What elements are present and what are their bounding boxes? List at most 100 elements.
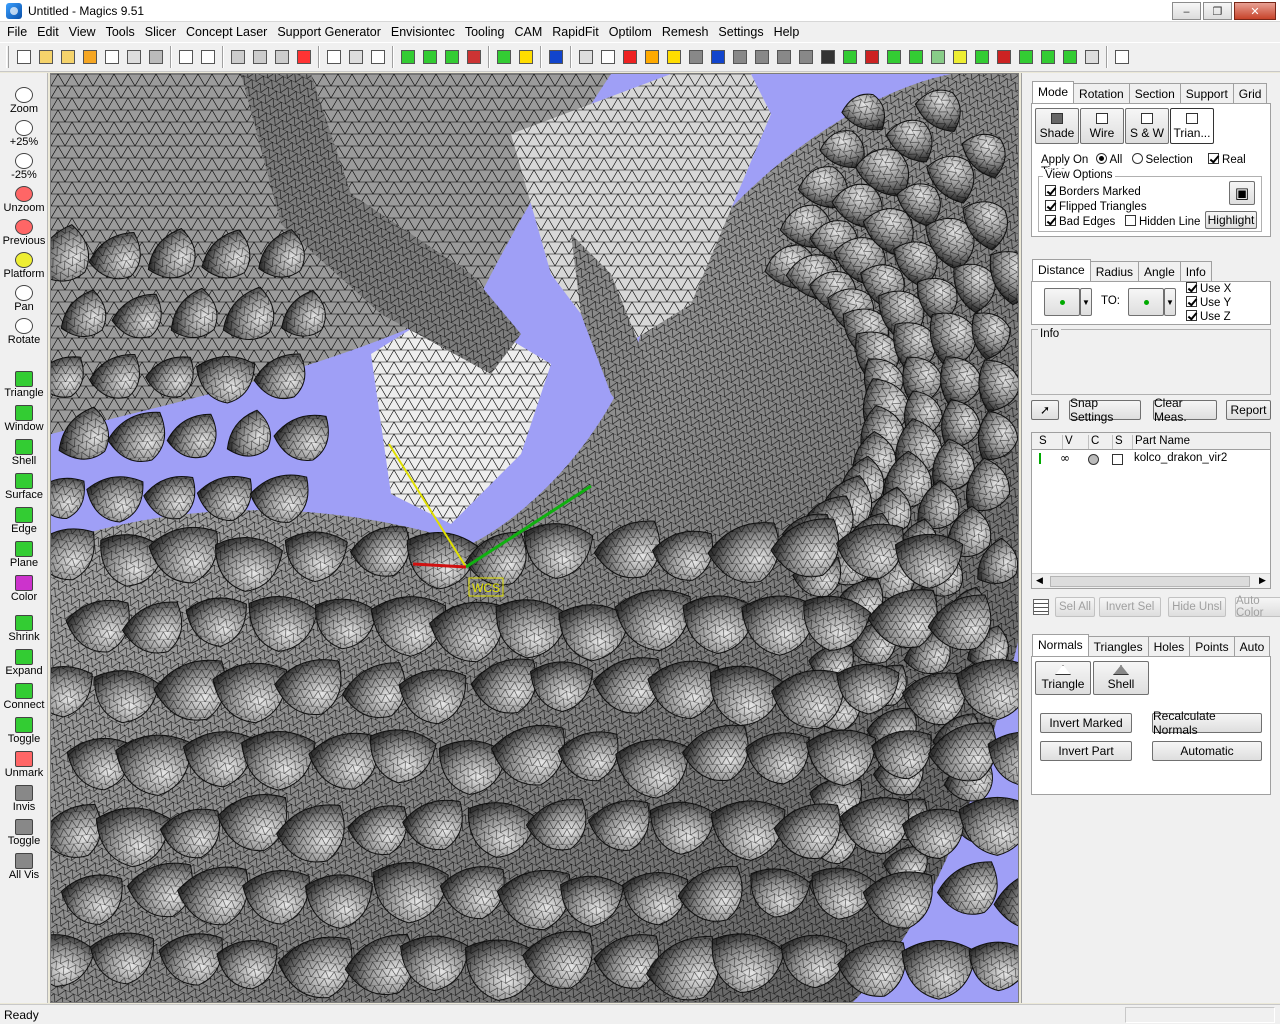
- tab-triangles[interactable]: Triangles: [1087, 636, 1149, 657]
- part-info-button[interactable]: [576, 47, 596, 67]
- tool-expand[interactable]: Expand: [0, 647, 48, 680]
- menu-rapidfit[interactable]: RapidFit: [547, 22, 604, 42]
- box-button[interactable]: [1038, 47, 1058, 67]
- mesh-view[interactable]: WCS: [51, 74, 1019, 1003]
- menu-edit[interactable]: Edit: [32, 22, 64, 42]
- tab-points[interactable]: Points: [1189, 636, 1235, 657]
- tool-25[interactable]: -25%: [0, 151, 48, 184]
- hidden-line-checkbox[interactable]: Hidden Line: [1125, 215, 1200, 228]
- support-button[interactable]: [884, 47, 904, 67]
- tab-auto[interactable]: Auto: [1233, 636, 1271, 657]
- slice-button[interactable]: [708, 47, 728, 67]
- triangle-reduction-button[interactable]: [620, 47, 640, 67]
- measure-button[interactable]: [516, 47, 536, 67]
- tool-previous[interactable]: Previous: [0, 217, 48, 250]
- parts-horizontal-scrollbar[interactable]: ◀ ▶: [1032, 573, 1270, 588]
- invert-part-button[interactable]: Invert Part: [1040, 741, 1132, 761]
- tool-toggle[interactable]: Toggle: [0, 715, 48, 748]
- use-y-checkbox[interactable]: Use Y: [1186, 296, 1231, 309]
- part-select-checkbox[interactable]: [1112, 454, 1123, 465]
- tool-invis[interactable]: Invis: [0, 783, 48, 816]
- menu-tools[interactable]: Tools: [101, 22, 140, 42]
- move-button[interactable]: [398, 47, 418, 67]
- scroll-right-icon[interactable]: ▶: [1259, 575, 1266, 586]
- menu-tooling[interactable]: Tooling: [460, 22, 510, 42]
- mode-wire-button[interactable]: Wire: [1080, 108, 1124, 144]
- tool-rotate[interactable]: Rotate: [0, 316, 48, 349]
- scale-button[interactable]: [442, 47, 462, 67]
- menu-settings[interactable]: Settings: [713, 22, 768, 42]
- part-color-icon[interactable]: [1088, 454, 1099, 465]
- print-button[interactable]: [146, 47, 166, 67]
- menu-remesh[interactable]: Remesh: [657, 22, 714, 42]
- tab-grid[interactable]: Grid: [1232, 83, 1268, 104]
- menu-optilom[interactable]: Optilom: [604, 22, 657, 42]
- from-point-button[interactable]: [1044, 288, 1080, 316]
- use-z-checkbox[interactable]: Use Z: [1186, 310, 1231, 323]
- select-button[interactable]: [324, 47, 344, 67]
- tool-window[interactable]: Window: [0, 403, 48, 436]
- tool-pan[interactable]: Pan: [0, 283, 48, 316]
- visible-glasses-icon[interactable]: ∞: [1060, 451, 1070, 465]
- color-button[interactable]: [642, 47, 662, 67]
- add-button[interactable]: [294, 47, 314, 67]
- export-button[interactable]: [1060, 47, 1080, 67]
- apply-selection-radio[interactable]: Selection: [1131, 153, 1193, 166]
- tool-zoom[interactable]: Zoom: [0, 85, 48, 118]
- column-header-c-2[interactable]: C: [1088, 435, 1099, 449]
- tab-holes[interactable]: Holes: [1147, 636, 1191, 657]
- tab-rotation[interactable]: Rotation: [1073, 83, 1130, 104]
- rotate-part-button[interactable]: [420, 47, 440, 67]
- tool-triangle[interactable]: Triangle: [0, 369, 48, 402]
- offset-button[interactable]: [774, 47, 794, 67]
- from-point-dropdown[interactable]: ▼: [1080, 288, 1092, 316]
- column-header-part-name[interactable]: Part Name: [1132, 435, 1190, 449]
- open-button[interactable]: [36, 47, 56, 67]
- menu-envisiontec[interactable]: Envisiontec: [386, 22, 460, 42]
- column-header-s-0[interactable]: S: [1037, 435, 1047, 449]
- stack-button[interactable]: [1016, 47, 1036, 67]
- menu-view[interactable]: View: [64, 22, 101, 42]
- highlight-color-button[interactable]: ▣: [1229, 181, 1255, 205]
- scroll-thumb[interactable]: [1050, 576, 1250, 587]
- snap-settings-button[interactable]: Snap Settings: [1069, 396, 1141, 424]
- parts-list-icon[interactable]: [1033, 599, 1049, 615]
- save-doc-button[interactable]: [124, 47, 144, 67]
- redo-button[interactable]: [198, 47, 218, 67]
- screenshot-button[interactable]: [228, 47, 248, 67]
- close-button[interactable]: ✕: [1234, 2, 1276, 20]
- tab-section[interactable]: Section: [1128, 83, 1181, 104]
- highlight-button[interactable]: Highlight: [1205, 211, 1257, 229]
- mode-s-w-button[interactable]: S & W: [1125, 108, 1169, 144]
- help-button[interactable]: [1112, 47, 1132, 67]
- tool-shrink[interactable]: Shrink: [0, 613, 48, 646]
- flipped-triangles-checkbox[interactable]: Flipped Triangles: [1045, 200, 1147, 213]
- part-row[interactable]: ∞ kolco_drakon_vir2: [1034, 451, 1270, 467]
- hollow-button[interactable]: [796, 47, 816, 67]
- tab-info[interactable]: Info: [1179, 261, 1212, 282]
- tab-radius[interactable]: Radius: [1089, 261, 1140, 282]
- invert-sel-button[interactable]: Invert Sel: [1099, 597, 1161, 617]
- minimize-button[interactable]: ‒: [1172, 2, 1201, 20]
- borders-marked-checkbox[interactable]: Borders Marked: [1045, 185, 1141, 198]
- tool-toggle-vis[interactable]: Toggle: [0, 817, 48, 850]
- tool-button[interactable]: [994, 47, 1014, 67]
- plane-button[interactable]: [928, 47, 948, 67]
- tab-distance[interactable]: Distance: [1032, 259, 1091, 282]
- tool-edge[interactable]: Edge: [0, 505, 48, 538]
- fix-shell-button[interactable]: Shell: [1093, 661, 1149, 695]
- menu-file[interactable]: File: [2, 22, 32, 42]
- extrude-button[interactable]: [730, 47, 750, 67]
- select-part-button[interactable]: [346, 47, 366, 67]
- clamp-button[interactable]: [752, 47, 772, 67]
- info-button[interactable]: [546, 47, 566, 67]
- invert-marked-button[interactable]: Invert Marked: [1040, 713, 1132, 733]
- tool-plane[interactable]: Plane: [0, 539, 48, 572]
- tool-unmark[interactable]: Unmark: [0, 749, 48, 782]
- tab-support[interactable]: Support: [1179, 83, 1234, 104]
- recalculate-normals-button[interactable]: Recalculate Normals: [1152, 709, 1262, 737]
- window-button[interactable]: [250, 47, 270, 67]
- report-button[interactable]: Report: [1226, 400, 1271, 420]
- tool-all-vis-vis[interactable]: All Vis: [0, 851, 48, 884]
- column-header-s-3[interactable]: S: [1112, 435, 1123, 449]
